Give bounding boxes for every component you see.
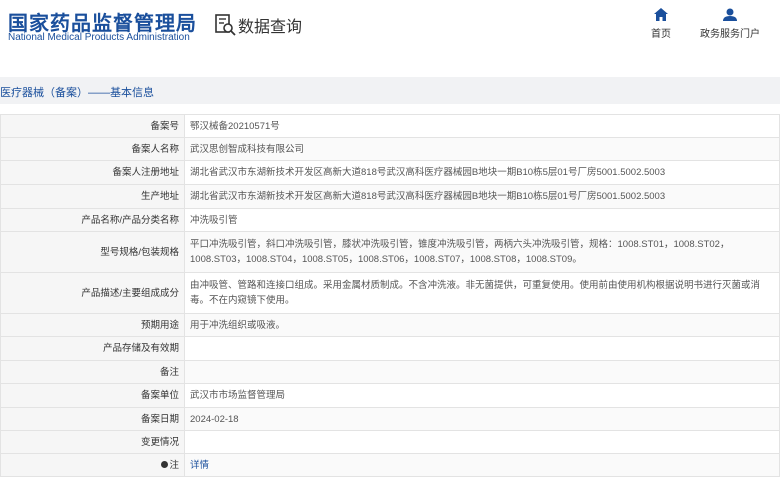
field-label: 备案号 xyxy=(0,114,185,138)
field-label: 注 xyxy=(169,459,179,471)
record-no-value: 鄂汉械备20210571号 xyxy=(184,114,780,138)
page-title: 数据查询 xyxy=(238,17,303,36)
product-name-value: 冲洗吸引管 xyxy=(184,208,780,232)
table-row: 产品存储及有效期 xyxy=(0,336,780,361)
field-label: 生产地址 xyxy=(0,184,185,209)
field-label: 产品描述/主要组成成分 xyxy=(0,272,185,314)
field-label: 备案人注册地址 xyxy=(0,160,185,185)
details-link[interactable]: 详情 xyxy=(190,460,209,471)
note-label-cell: 注 xyxy=(0,453,185,477)
table-row: 型号规格/包装规格 平口冲洗吸引管，斜口冲洗吸引管，膝状冲洗吸引管，锥度冲洗吸引… xyxy=(0,231,780,273)
table-row: 备注 xyxy=(0,360,780,384)
intended-use-value: 用于冲洗组织或吸液。 xyxy=(184,313,780,337)
note-value-cell: 详情 xyxy=(184,453,780,477)
nav-home-link[interactable]: 首页 xyxy=(649,8,673,40)
user-icon xyxy=(723,8,737,21)
record-date-value: 2024-02-18 xyxy=(184,407,780,431)
nav-gov-portal-label: 政务服务门户 xyxy=(700,29,760,40)
field-label: 型号规格/包装规格 xyxy=(0,231,185,273)
record-detail-table: 备案号 鄂汉械备20210571号 备案人名称 武汉思创智成科技有限公司 备案人… xyxy=(0,114,780,477)
field-label: 预期用途 xyxy=(0,313,185,337)
prod-address-value: 湖北省武汉市东湖新技术开发区高新大道818号武汉高科医疗器械园B地块一期B10栋… xyxy=(184,184,780,209)
nav-gov-portal-link[interactable]: 政务服务门户 xyxy=(697,8,763,40)
table-row: 备案日期 2024-02-18 xyxy=(0,407,780,431)
field-label: 产品名称/产品分类名称 xyxy=(0,208,185,232)
field-label: 备案日期 xyxy=(0,407,185,431)
field-label: 备案人名称 xyxy=(0,137,185,161)
org-name-en[interactable]: National Medical Products Administration xyxy=(8,32,190,43)
nav-home-label: 首页 xyxy=(651,29,671,40)
reg-address-value: 湖北省武汉市东湖新技术开发区高新大道818号武汉高科医疗器械园B地块一期B10栋… xyxy=(184,160,780,185)
table-row: 产品名称/产品分类名称 冲洗吸引管 xyxy=(0,208,780,232)
table-row: 生产地址 湖北省武汉市东湖新技术开发区高新大道818号武汉高科医疗器械园B地块一… xyxy=(0,184,780,209)
remark-value xyxy=(184,360,780,384)
field-label: 备注 xyxy=(0,360,185,384)
table-row: 产品描述/主要组成成分 由冲吸管、管路和连接口组成。采用金属材质制成。不含冲洗液… xyxy=(0,272,780,314)
field-label: 变更情况 xyxy=(0,430,185,454)
description-value: 由冲吸管、管路和连接口组成。采用金属材质制成。不含冲洗液。非无菌提供，可重复使用… xyxy=(184,272,780,314)
table-row: 备案号 鄂汉械备20210571号 xyxy=(0,114,780,138)
table-row: 备案人名称 武汉思创智成科技有限公司 xyxy=(0,137,780,161)
table-row: 预期用途 用于冲洗组织或吸液。 xyxy=(0,313,780,337)
table-row: 注 详情 xyxy=(0,453,780,477)
bullet-icon xyxy=(161,461,169,469)
model-spec-value: 平口冲洗吸引管，斜口冲洗吸引管，膝状冲洗吸引管，锥度冲洗吸引管，两柄六头冲洗吸引… xyxy=(184,231,780,273)
table-row: 备案单位 武汉市市场监督管理局 xyxy=(0,383,780,408)
field-label: 备案单位 xyxy=(0,383,185,408)
field-label: 产品存储及有效期 xyxy=(0,336,185,361)
filer-value: 武汉思创智成科技有限公司 xyxy=(184,137,780,161)
storage-value xyxy=(184,336,780,361)
search-doc-icon xyxy=(215,14,236,36)
site-header: 国家药品监督管理局 National Medical Products Admi… xyxy=(0,0,780,62)
table-row: 备案人注册地址 湖北省武汉市东湖新技术开发区高新大道818号武汉高科医疗器械园B… xyxy=(0,160,780,185)
home-icon xyxy=(654,8,668,21)
record-unit-value: 武汉市市场监督管理局 xyxy=(184,383,780,408)
table-row: 变更情况 xyxy=(0,430,780,454)
change-value xyxy=(184,430,780,454)
breadcrumb: 医疗器械（备案）——基本信息 xyxy=(0,87,154,99)
